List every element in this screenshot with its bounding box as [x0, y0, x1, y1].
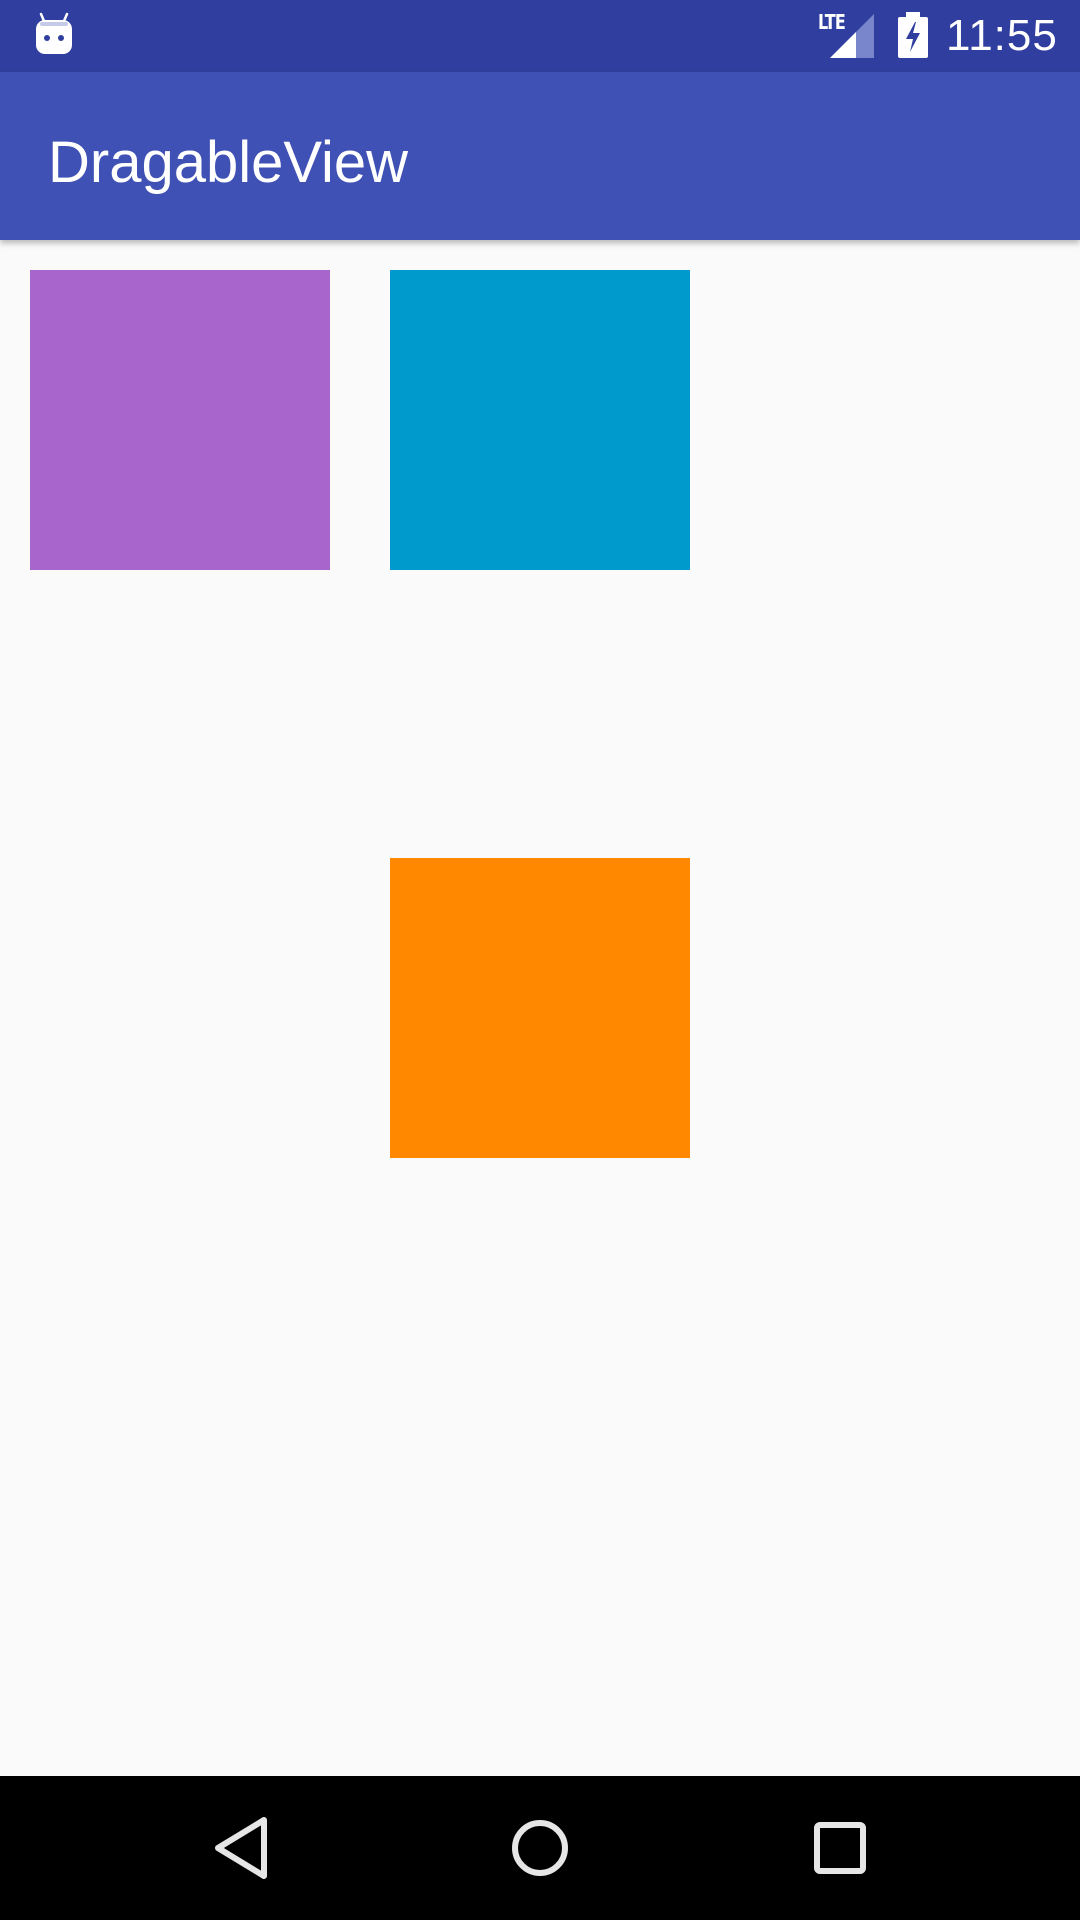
lte-indicator: LTE — [818, 10, 874, 58]
android-icon — [36, 12, 72, 54]
draggable-box-purple[interactable] — [30, 270, 330, 570]
status-bar: LTE 11:55 — [0, 0, 1080, 72]
draggable-box-orange[interactable] — [390, 858, 690, 1158]
app-title: DragableView — [48, 130, 409, 195]
recent-apps-square-icon[interactable] — [800, 1808, 880, 1888]
content-area — [0, 240, 1080, 1776]
battery-charging-icon — [898, 12, 928, 58]
back-triangle-icon[interactable] — [200, 1808, 280, 1888]
clock: 11:55 — [946, 11, 1058, 60]
app-bar: DragableView — [0, 72, 1080, 240]
draggable-box-blue[interactable] — [390, 270, 690, 570]
signal-icon — [830, 14, 874, 58]
navigation-bar — [0, 1776, 1080, 1920]
home-circle-icon[interactable] — [500, 1808, 580, 1888]
